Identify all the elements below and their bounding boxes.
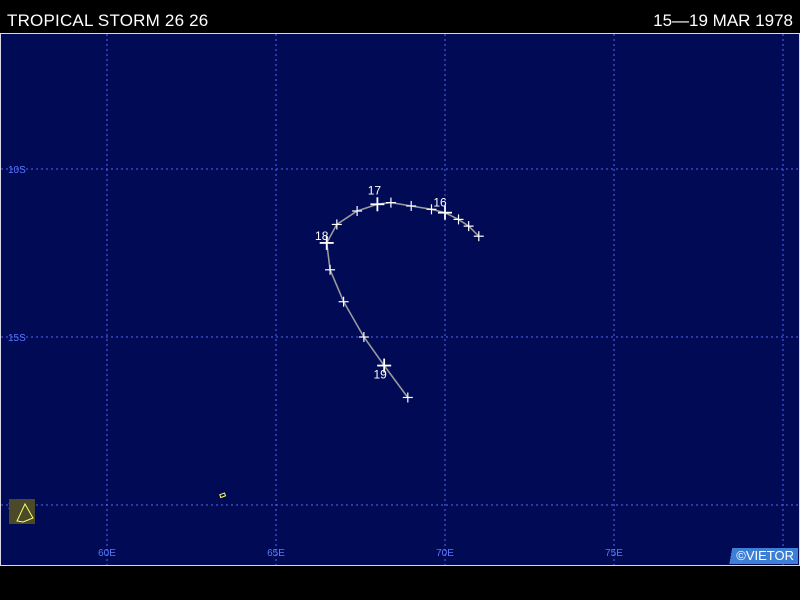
track-position-marker [358, 332, 369, 342]
day-label: 17 [368, 183, 382, 197]
latitude-label: 10S [8, 165, 26, 176]
longitude-label: 70E [436, 548, 454, 559]
track-position-marker [331, 219, 342, 230]
header-bar: TROPICAL STORM 26 26 15—19 MAR 1978 [0, 0, 800, 33]
latitude-label: 15S [8, 333, 26, 344]
track-line [325, 201, 480, 398]
graticule: 60E65E70E75E80E10S15S20S [1, 34, 799, 565]
track-position-marker [385, 197, 396, 208]
date-range: 15—19 MAR 1978 [653, 11, 793, 30]
land-layer [9, 492, 227, 524]
storm-title: TROPICAL STORM 26 26 [7, 11, 209, 30]
islet-outline [219, 492, 227, 499]
longitude-label: 60E [98, 548, 116, 559]
footer-bar [0, 566, 800, 600]
track-map[interactable]: 60E65E70E75E80E10S15S20S 16171819 [1, 34, 799, 565]
longitude-label: 75E [605, 548, 623, 559]
track-position-marker [406, 200, 417, 211]
day-position-marker [370, 197, 385, 212]
track-position-marker [338, 296, 349, 307]
longitude-label: 65E [267, 548, 285, 559]
day-label: 19 [373, 368, 387, 382]
track-position-marker [453, 214, 464, 225]
day-label: 16 [433, 196, 447, 210]
day-label: 18 [315, 229, 329, 243]
track-position-marker [325, 264, 336, 275]
map-panel[interactable]: 60E65E70E75E80E10S15S20S 16171819 ©VIETO… [0, 33, 800, 566]
copyright-label: ©VIETOR [722, 548, 798, 564]
track-position-marker [352, 206, 363, 216]
storm-track: 16 17 18 19 [315, 183, 484, 403]
